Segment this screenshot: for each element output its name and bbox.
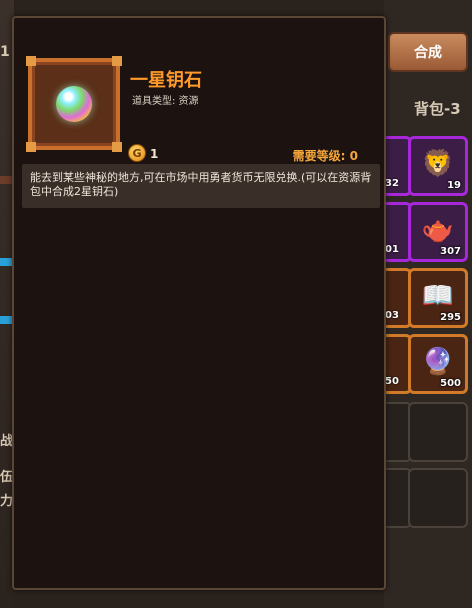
teapot-icon: 🫖 xyxy=(421,215,455,245)
slot-count: 03 xyxy=(385,310,399,321)
spellbook-icon: 📖 xyxy=(421,281,455,311)
slot-count: 19 xyxy=(447,180,461,191)
item-tooltip: 一星钥石 道具类型: 资源 G 1 需要等级: 0 能去到某些神秘的地方,可在市… xyxy=(12,16,386,590)
slot-count: 32 xyxy=(385,178,399,189)
bag-slot[interactable]: 🦁 19 xyxy=(408,136,468,196)
item-icon-frame xyxy=(26,56,122,152)
item-name: 一星钥石 xyxy=(130,70,202,91)
bag-slot-empty[interactable] xyxy=(408,468,468,528)
item-type: 道具类型: 资源 xyxy=(132,96,199,107)
gold-coin-icon: G xyxy=(128,144,146,162)
required-level: 需要等级: 0 xyxy=(292,149,358,163)
frame-corner xyxy=(26,142,36,152)
rainbow-orb-icon: 🔮 xyxy=(421,347,455,377)
frame-corner xyxy=(112,142,122,152)
slot-count: 50 xyxy=(385,376,399,387)
slot-count: 500 xyxy=(440,378,461,389)
slot-count: 01 xyxy=(385,244,399,255)
item-price: 1 xyxy=(150,147,159,161)
lion-badge-icon: 🦁 xyxy=(421,149,455,179)
bag-slot[interactable]: 📖 295 xyxy=(408,268,468,328)
bag-slot[interactable]: 🫖 307 xyxy=(408,202,468,262)
item-description: 能去到某些神秘的地方,可在市场中用勇者货币无限兑换.(可以在资源背包中合成2星钥… xyxy=(22,164,380,208)
frame-corner xyxy=(112,56,122,66)
rainbow-orb-icon xyxy=(56,86,92,122)
frame-corner xyxy=(26,56,36,66)
compose-button[interactable]: 合成 xyxy=(388,32,468,72)
bag-slot[interactable]: 🔮 500 xyxy=(408,334,468,394)
slot-count: 295 xyxy=(440,312,461,323)
bag-tab-label[interactable]: 背包-3 xyxy=(414,98,461,119)
bag-slot-empty[interactable] xyxy=(408,402,468,462)
slot-count: 307 xyxy=(440,246,461,257)
